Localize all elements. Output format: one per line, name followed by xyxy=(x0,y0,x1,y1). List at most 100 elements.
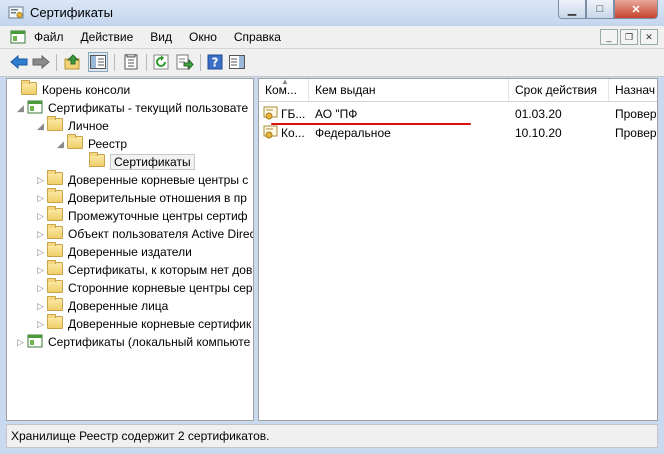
properties-button[interactable] xyxy=(122,53,140,71)
expand-arrow-icon[interactable]: ▷ xyxy=(37,243,47,261)
tree-item-intermediate[interactable]: ▷ Промежуточные центры сертиф xyxy=(37,206,248,225)
cell-issued-to: ГБ... xyxy=(281,107,306,121)
menu-file[interactable]: Файл xyxy=(34,30,64,44)
refresh-button[interactable] xyxy=(152,53,170,71)
menu-view[interactable]: Вид xyxy=(150,30,172,44)
tree-item-trusted-root[interactable]: ▷ Доверенные корневые центры с xyxy=(37,170,249,189)
expand-arrow-icon[interactable]: ▷ xyxy=(37,315,47,333)
list-header: Ком... ▲ Кем выдан Срок действия Назнач xyxy=(259,79,657,102)
tree-item-certificates-selected[interactable]: Сертификаты xyxy=(79,152,195,171)
mdi-restore-button[interactable]: ❐ xyxy=(620,29,638,45)
export-button[interactable] xyxy=(176,53,194,71)
minimize-button[interactable]: ▁ xyxy=(558,0,586,19)
tree-item-current-user-certs[interactable]: ◢ Сертификаты - текущий пользовате xyxy=(17,99,248,117)
expand-arrow-icon[interactable]: ▷ xyxy=(37,279,47,297)
tree-item-trusted-people[interactable]: ▷ Доверенные лица xyxy=(37,296,169,315)
close-icon: ✕ xyxy=(631,3,641,16)
folder-icon xyxy=(67,134,83,150)
tree-item-label: Доверенные корневые сертифик xyxy=(68,317,252,331)
tree-item-third-party-root[interactable]: ▷ Сторонние корневые центры сер xyxy=(37,278,253,297)
list-item[interactable]: ГБ... АО "ПФ 01.03.20 Провер xyxy=(259,105,657,123)
certificate-icon xyxy=(263,106,278,120)
tree-item-registry[interactable]: ◢ Реестр xyxy=(57,134,127,153)
tree-item-untrusted[interactable]: ▷ Сертификаты, к которым нет дов xyxy=(37,260,253,279)
maximize-icon: □ xyxy=(596,3,604,15)
back-icon xyxy=(10,54,28,70)
mdi-close-button[interactable]: ✕ xyxy=(640,29,658,45)
tree-item-label: Доверительные отношения в пр xyxy=(68,191,247,205)
tree-item-enterprise-trust[interactable]: ▷ Доверительные отношения в пр xyxy=(37,188,247,207)
expand-arrow-icon[interactable]: ▷ xyxy=(37,171,47,189)
properties-icon xyxy=(124,54,138,70)
folder-icon xyxy=(89,152,105,168)
tree-item-trusted-root-certs[interactable]: ▷ Доверенные корневые сертифик xyxy=(37,314,252,333)
expand-arrow-icon[interactable]: ▷ xyxy=(37,225,47,243)
folder-icon xyxy=(47,242,63,258)
expand-arrow-icon[interactable]: ▷ xyxy=(37,207,47,225)
folder-icon xyxy=(47,170,63,186)
tree-item-label: Реестр xyxy=(88,137,127,151)
cell-expiration: 01.03.20 xyxy=(515,107,562,121)
mdi-controls: _ ❐ ✕ xyxy=(598,29,658,45)
collapse-arrow-icon[interactable]: ◢ xyxy=(57,135,67,153)
action-pane-button[interactable] xyxy=(228,53,246,71)
tree-item-label: Доверенные корневые центры с xyxy=(68,173,249,187)
certificates-snapin-icon xyxy=(27,100,43,114)
menu-help[interactable]: Справка xyxy=(234,30,281,44)
mdi-minimize-button[interactable]: _ xyxy=(600,29,618,45)
cell-expiration: 10.10.20 xyxy=(515,126,562,140)
help-button[interactable]: ? xyxy=(206,53,224,71)
certificates-snapin-icon xyxy=(27,334,43,348)
toolbar-separator xyxy=(200,54,201,71)
tree-item-label: Сертификаты xyxy=(110,154,195,170)
svg-text:?: ? xyxy=(212,56,219,70)
menu-items: Файл Действие Вид Окно Справка xyxy=(34,30,298,44)
folder-icon xyxy=(47,224,63,240)
collapse-arrow-icon[interactable]: ◢ xyxy=(17,99,27,117)
menu-bar: Файл Действие Вид Окно Справка _ ❐ ✕ xyxy=(0,26,664,49)
tree-item-label: Сертификаты - текущий пользовате xyxy=(48,101,249,115)
toolbar: ? xyxy=(0,49,664,77)
certificate-app-icon xyxy=(8,6,24,19)
show-tree-button[interactable] xyxy=(88,52,108,72)
collapse-arrow-icon[interactable]: ◢ xyxy=(37,117,47,135)
console-icon[interactable] xyxy=(10,29,26,45)
folder-icon xyxy=(47,206,63,222)
back-button[interactable] xyxy=(10,53,28,71)
tree-item-personal[interactable]: ◢ Личное xyxy=(37,116,109,135)
tree-item-trusted-publishers[interactable]: ▷ Доверенные издатели xyxy=(37,242,192,261)
folder-icon xyxy=(47,188,63,204)
tree-item-local-computer-certs[interactable]: ▷ Сертификаты (локальный компьюте xyxy=(17,333,250,351)
window-controls: ▁ □ ✕ xyxy=(558,0,658,20)
cell-purpose: Провер xyxy=(615,107,657,121)
column-header-purpose[interactable]: Назнач xyxy=(609,79,657,101)
status-bar: Хранилище Реестр содержит 2 сертификатов… xyxy=(6,424,658,448)
menu-action[interactable]: Действие xyxy=(81,30,134,44)
expand-arrow-icon[interactable]: ▷ xyxy=(37,297,47,315)
tree-item-label: Доверенные лица xyxy=(68,299,169,313)
menu-window[interactable]: Окно xyxy=(189,30,217,44)
tree-item-label: Сертификаты, к которым нет дов xyxy=(68,263,253,277)
column-header-issued-to[interactable]: Ком... ▲ xyxy=(259,79,309,101)
folder-icon xyxy=(47,296,63,312)
expand-arrow-icon[interactable]: ▷ xyxy=(37,261,47,279)
tree-item-label: Сертификаты (локальный компьюте xyxy=(48,335,251,349)
tree-item-ad-user-object[interactable]: ▷ Объект пользователя Active Direc xyxy=(37,224,253,243)
show-tree-icon xyxy=(90,55,106,69)
column-header-issued-by[interactable]: Кем выдан xyxy=(309,79,509,101)
tree-item-root[interactable]: Корень консоли xyxy=(11,80,131,99)
expand-arrow-icon[interactable]: ▷ xyxy=(17,333,27,351)
toolbar-separator xyxy=(114,54,115,71)
tree-item-label: Личное xyxy=(68,119,109,133)
refresh-icon xyxy=(153,54,169,70)
expand-arrow-icon[interactable]: ▷ xyxy=(37,189,47,207)
minimize-icon: ▁ xyxy=(567,3,577,16)
up-button[interactable] xyxy=(64,53,82,71)
maximize-button[interactable]: □ xyxy=(586,0,614,19)
forward-icon xyxy=(32,54,50,70)
column-header-expiration[interactable]: Срок действия xyxy=(509,79,609,101)
list-item[interactable]: Ко... Федеральное 10.10.20 Провер xyxy=(259,124,657,142)
close-button[interactable]: ✕ xyxy=(614,0,658,19)
forward-button[interactable] xyxy=(32,53,50,71)
tree-item-label: Корень консоли xyxy=(42,83,131,97)
